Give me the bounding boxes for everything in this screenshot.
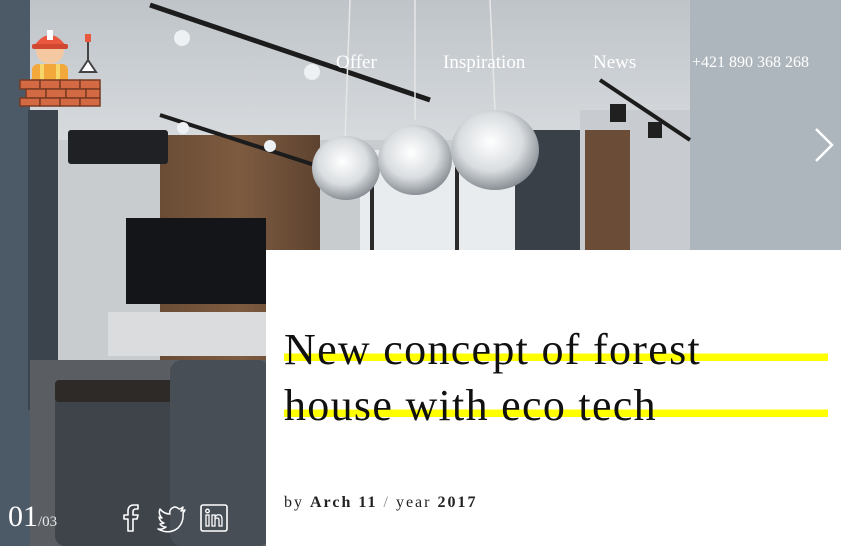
nav-item-offer[interactable]: Offer [336, 52, 377, 74]
main-nav: Offer Inspiration News +421 890 368 268 [0, 52, 841, 74]
article-year: 2017 [437, 494, 478, 511]
slide-total: /03 [38, 514, 58, 530]
year-label: year [395, 494, 432, 511]
article-card[interactable]: New concept of forest house with eco tec… [266, 250, 841, 546]
chevron-right-icon[interactable] [813, 126, 835, 164]
article-meta: by Arch 11 / year 2017 [284, 494, 477, 512]
article-title-line-2: house with eco tech [284, 378, 828, 434]
by-label: by [284, 494, 304, 511]
article-title[interactable]: New concept of forest house with eco tec… [284, 322, 834, 434]
hero-slider: Offer Inspiration News +421 890 368 268 … [0, 0, 841, 546]
article-author[interactable]: Arch 11 [310, 494, 377, 511]
nav-item-inspiration[interactable]: Inspiration [443, 52, 525, 74]
meta-separator: / [383, 494, 390, 511]
nav-item-news[interactable]: News [593, 52, 636, 74]
slide-counter: 01/03 [8, 500, 57, 534]
phone-link[interactable]: +421 890 368 268 [692, 54, 809, 72]
facebook-icon[interactable] [116, 503, 146, 533]
twitter-icon[interactable] [157, 503, 187, 533]
linkedin-icon[interactable] [199, 503, 229, 533]
slide-current: 01 [8, 500, 38, 533]
article-title-line-1: New concept of forest [284, 322, 828, 378]
